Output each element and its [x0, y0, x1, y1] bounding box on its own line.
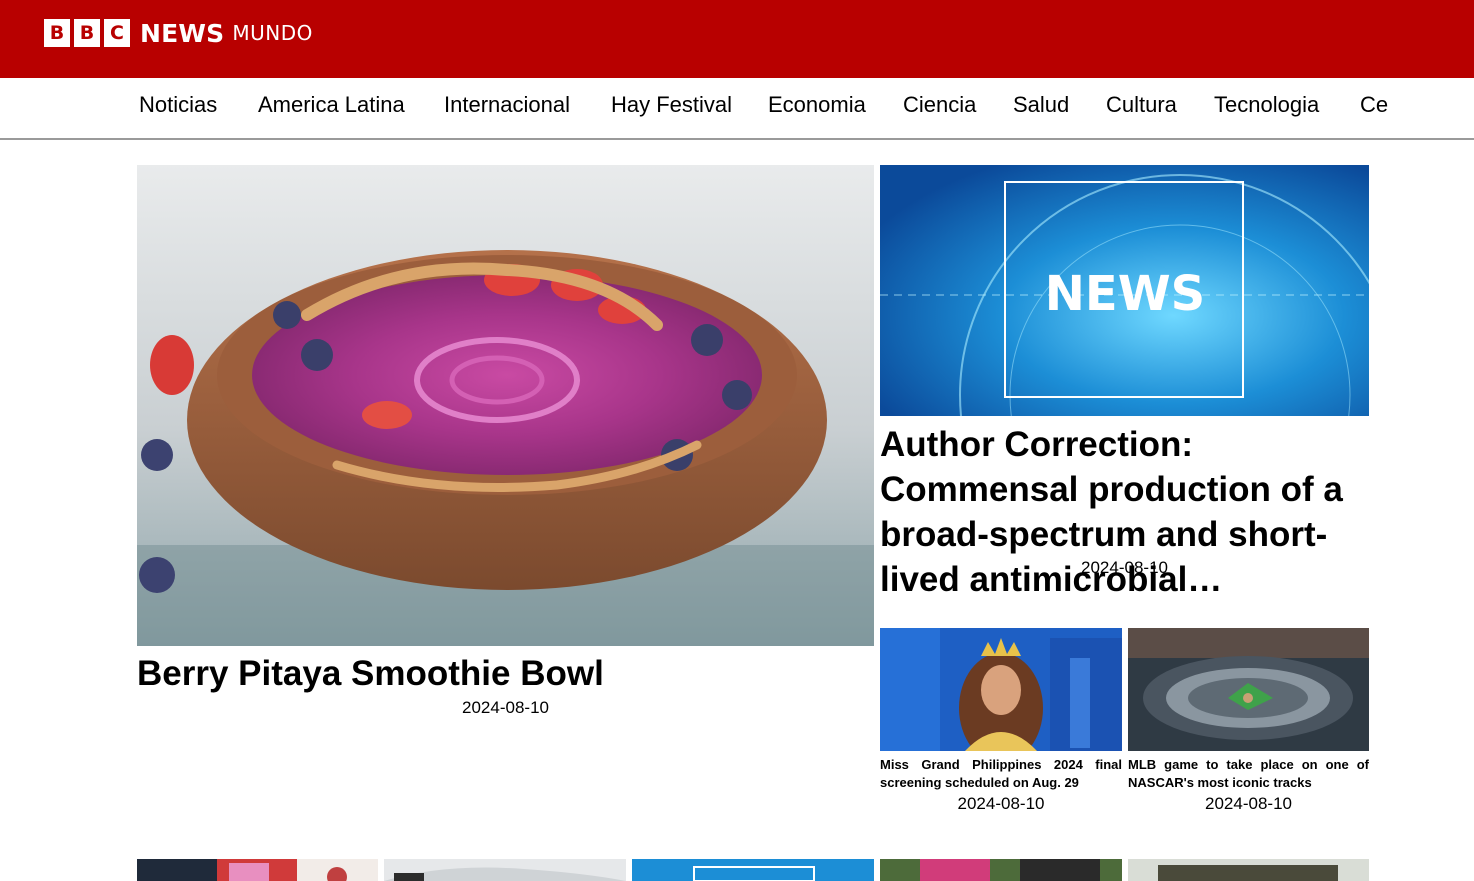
bottom-story-image[interactable]: [632, 859, 874, 881]
bbc-news-mundo-logo[interactable]: B B C NEWS MUNDO: [44, 18, 313, 48]
bottom-story-image[interactable]: [137, 859, 378, 881]
nav-item-hay-festival[interactable]: Hay Festival: [611, 92, 732, 118]
featured-story-date: 2024-08-10: [462, 698, 549, 717]
nav-item-salud[interactable]: Salud: [1013, 92, 1069, 118]
news-graphic-text: NEWS: [1045, 266, 1205, 322]
nav-item-internacional[interactable]: Internacional: [444, 92, 570, 118]
small-story-image[interactable]: [880, 628, 1122, 751]
nav-item-noticias[interactable]: Noticias: [139, 92, 217, 118]
nav-item-ciencia[interactable]: Ciencia: [903, 92, 976, 118]
small-story-image[interactable]: [1128, 628, 1369, 751]
featured-story-title[interactable]: Berry Pitaya Smoothie Bowl: [137, 652, 874, 696]
nav-item-america-latina[interactable]: America Latina: [258, 92, 405, 118]
small-story-date: 2024-08-10: [1205, 794, 1292, 813]
logo-letter: C: [104, 19, 130, 47]
secondary-story-image[interactable]: NEWS: [880, 165, 1369, 416]
secondary-story-date: 2024-08-10: [1081, 558, 1168, 577]
logo-letter: B: [44, 19, 70, 47]
stadium-image: [1128, 628, 1369, 751]
nav-item-economia[interactable]: Economia: [768, 92, 866, 118]
small-story-date: 2024-08-10: [957, 794, 1045, 813]
small-story-title[interactable]: MLB game to take place on one of NASCAR'…: [1128, 756, 1369, 792]
smoothie-bowl-image: [137, 165, 874, 646]
top-bar: B B C NEWS MUNDO: [0, 0, 1474, 78]
bottom-story-image[interactable]: [1128, 859, 1369, 881]
pageant-image: [880, 628, 1122, 751]
nav-item-cultura[interactable]: Cultura: [1106, 92, 1177, 118]
logo-letter: B: [74, 19, 100, 47]
featured-story-image[interactable]: [137, 165, 874, 646]
small-story-title[interactable]: Miss Grand Philippines 2024 final screen…: [880, 756, 1122, 792]
nav-item-tecnologia[interactable]: Tecnologia: [1214, 92, 1319, 118]
nav-item-more[interactable]: Ce: [1360, 92, 1388, 118]
bottom-story-image[interactable]: [384, 859, 626, 881]
bottom-story-image[interactable]: [880, 859, 1122, 881]
logo-news-text: NEWS: [140, 18, 225, 48]
logo-mundo-text: MUNDO: [232, 21, 313, 45]
section-nav: Noticias America Latina Internacional Ha…: [0, 78, 1474, 140]
